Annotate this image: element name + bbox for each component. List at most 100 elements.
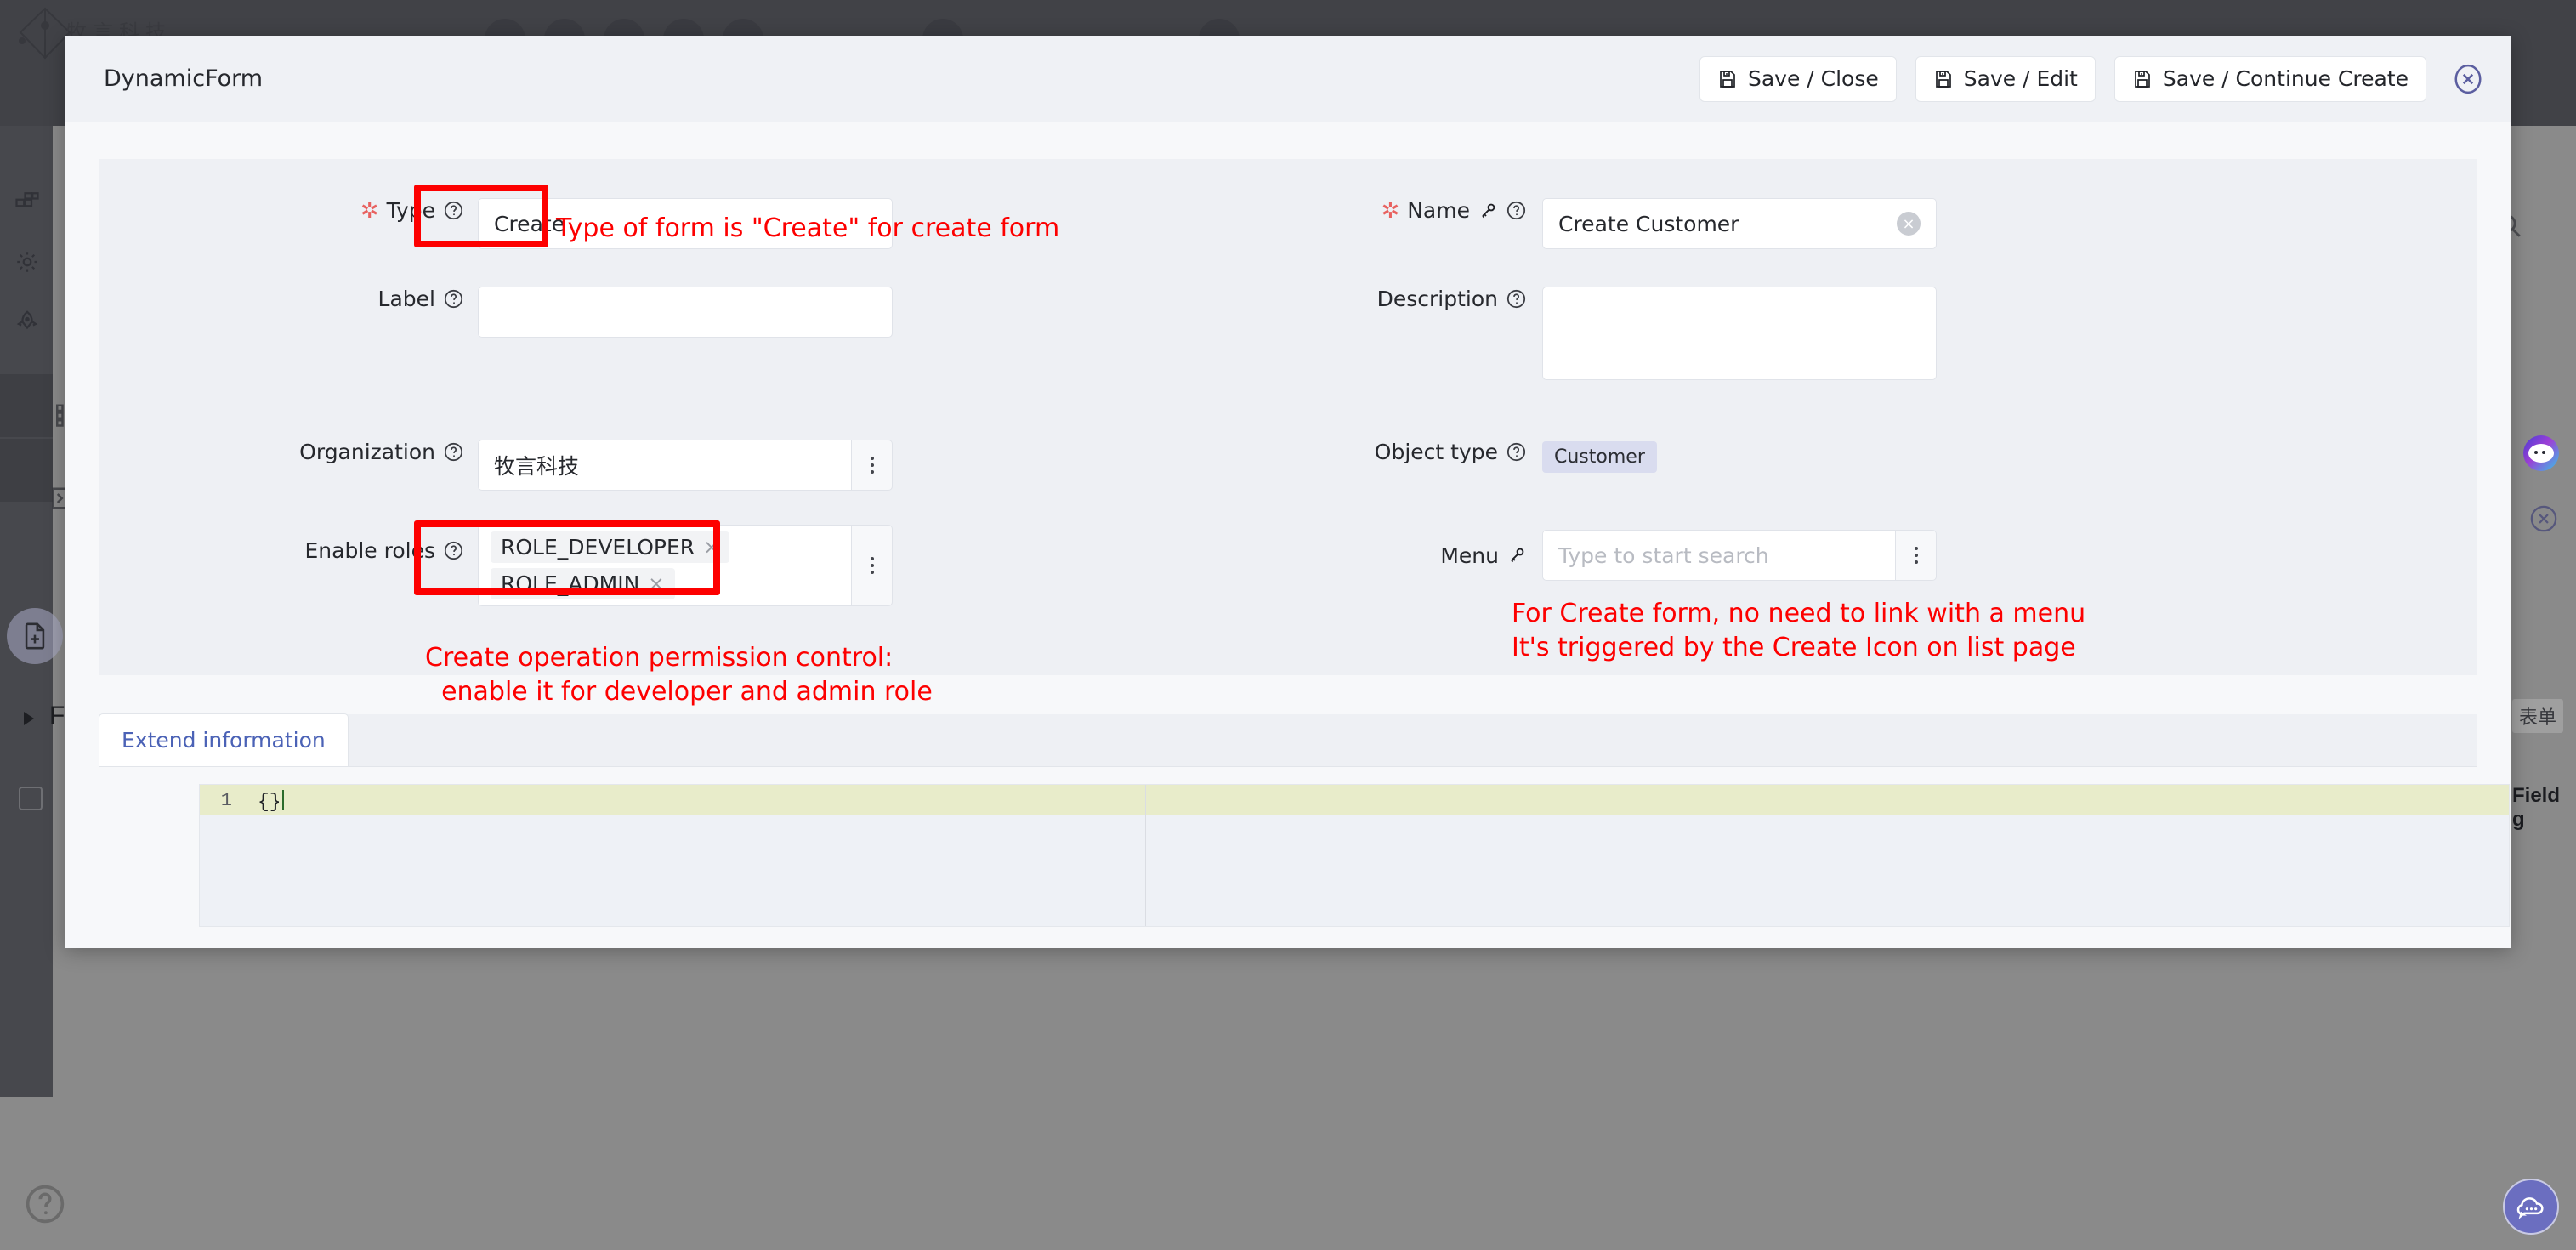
field-organization-input[interactable]: 牧言科技 [478, 440, 852, 491]
field-description-label-text: Description [1377, 287, 1498, 311]
background-sidebar [0, 0, 53, 1097]
field-description-input[interactable] [1542, 287, 1937, 380]
remove-tag-icon[interactable]: × [648, 573, 664, 595]
help-icon[interactable] [443, 540, 464, 561]
field-name-value: Create Customer [1558, 212, 1739, 236]
save-edit-button[interactable]: Save / Edit [1915, 56, 2096, 102]
field-name: ✲ Name [1399, 198, 2462, 249]
avatar-face-icon [2528, 444, 2554, 463]
form-panel: ✲ Type Create Label [99, 159, 2477, 675]
field-name-input[interactable]: Create Customer × [1542, 198, 1937, 249]
menu-more-button[interactable] [1896, 530, 1937, 581]
editor-line-number: 1 [200, 785, 241, 926]
background-tree-label: F [49, 702, 65, 730]
document-add-button[interactable] [7, 608, 63, 664]
editor-code-text: {} [258, 791, 281, 813]
save-close-label: Save / Close [1748, 66, 1879, 91]
save-continue-create-label: Save / Continue Create [2163, 66, 2409, 91]
extend-information-editor[interactable]: 1 {} [199, 784, 2510, 927]
background-sidebar-row [0, 439, 53, 502]
role-tag[interactable]: ROLE_ADMIN × [491, 568, 675, 599]
field-object-type-label-text: Object type [1375, 440, 1498, 464]
background-sidebar-lower [0, 1097, 53, 1250]
background-checkbox[interactable] [19, 787, 43, 810]
field-menu-label-text: Menu [1440, 543, 1499, 568]
role-tag-label: ROLE_ADMIN [501, 571, 639, 596]
remove-tag-icon[interactable]: × [703, 537, 719, 559]
annotation-type: Type of form is "Create" for create form [556, 212, 1059, 246]
required-asterisk-icon: ✲ [360, 200, 379, 222]
field-menu-input[interactable]: Type to start search [1542, 530, 1896, 581]
tab-extend-information-label: Extend information [122, 728, 326, 753]
field-organization: Organization 牧言科技 [99, 440, 1204, 491]
page-title: DynamicForm [104, 65, 263, 92]
field-label-input[interactable] [478, 287, 893, 338]
gear-icon[interactable] [12, 247, 43, 277]
required-asterisk-icon: ✲ [1381, 200, 1399, 222]
save-icon [1717, 69, 1738, 89]
editor-caret [282, 790, 284, 810]
help-icon[interactable] [443, 441, 464, 463]
tab-extend-information[interactable]: Extend information [99, 713, 349, 766]
field-label: Label [99, 287, 1204, 338]
field-label-label-text: Label [378, 287, 435, 311]
field-name-label: ✲ Name [1399, 198, 1527, 223]
editor-code[interactable]: {} [258, 790, 284, 813]
role-tag-label: ROLE_DEVELOPER [501, 535, 695, 560]
object-type-badge: Customer [1542, 441, 1657, 473]
save-icon [2132, 69, 2153, 89]
editor-active-line [200, 785, 2509, 815]
enable-roles-more-button[interactable] [852, 525, 893, 606]
save-icon [1933, 69, 1954, 89]
background-sidebar-active-row [0, 374, 53, 437]
key-icon [1478, 201, 1498, 221]
editor-divider [1145, 785, 1146, 926]
document-add-icon [20, 622, 49, 651]
modal-header-actions: Save / Close Save / Edit Save / Continue… [1699, 56, 2484, 102]
chat-button[interactable] [2503, 1179, 2559, 1235]
field-object-type: Object type Customer [1399, 440, 2462, 474]
annotation-menu: For Create form, no need to link with a … [1512, 597, 2085, 664]
help-icon[interactable] [1506, 441, 1527, 463]
field-name-label-text: Name [1407, 198, 1470, 223]
help-icon[interactable] [443, 288, 464, 310]
field-enable-roles-label-text: Enable roles [305, 538, 435, 563]
field-organization-label-text: Organization [299, 440, 435, 464]
background-form-tag: 表单 [2512, 699, 2563, 733]
dynamic-form-modal: DynamicForm Save / Close Save / Edit [65, 36, 2511, 948]
help-icon[interactable] [443, 200, 464, 221]
field-enable-roles-label: Enable roles [99, 525, 464, 576]
field-organization-label: Organization [99, 440, 464, 464]
close-icon[interactable] [2452, 63, 2484, 95]
field-enable-roles-input[interactable]: ROLE_DEVELOPER × ROLE_ADMIN × [478, 525, 852, 606]
chat-bubble-icon [2514, 1190, 2548, 1224]
background-field-group-label: Field g [2512, 784, 2576, 832]
avatar[interactable] [2523, 435, 2559, 471]
field-label-label: Label [99, 287, 464, 311]
field-description: Description [1399, 287, 2462, 380]
field-menu: Menu Type to start search [1399, 530, 2462, 581]
question-circle-icon[interactable] [23, 1182, 67, 1226]
field-type-label: ✲ Type [99, 198, 464, 223]
annotation-enable-roles: Create operation permission control: ena… [425, 641, 933, 708]
field-description-label: Description [1399, 287, 1527, 311]
role-tag[interactable]: ROLE_DEVELOPER × [491, 531, 729, 563]
field-object-type-label: Object type [1399, 440, 1527, 464]
field-menu-label: Menu [1399, 530, 1527, 581]
key-icon [1506, 545, 1527, 565]
save-continue-create-button[interactable]: Save / Continue Create [2114, 56, 2426, 102]
rocket-icon[interactable] [12, 306, 43, 337]
tabs-bar: Extend information [99, 714, 2477, 767]
save-close-button[interactable]: Save / Close [1699, 56, 1897, 102]
help-icon[interactable] [1506, 288, 1527, 310]
organization-more-button[interactable] [852, 440, 893, 491]
field-enable-roles: Enable roles ROLE_DEVELOPER × [99, 525, 1204, 606]
field-menu-placeholder: Type to start search [1558, 543, 1769, 568]
save-edit-label: Save / Edit [1964, 66, 2078, 91]
close-circle-icon[interactable] [2529, 504, 2558, 533]
modal-header: DynamicForm Save / Close Save / Edit [65, 36, 2511, 122]
help-icon[interactable] [1506, 200, 1527, 221]
dashboard-icon[interactable] [12, 185, 43, 216]
chevron-right-icon[interactable] [24, 712, 34, 725]
clear-icon[interactable]: × [1897, 212, 1921, 236]
